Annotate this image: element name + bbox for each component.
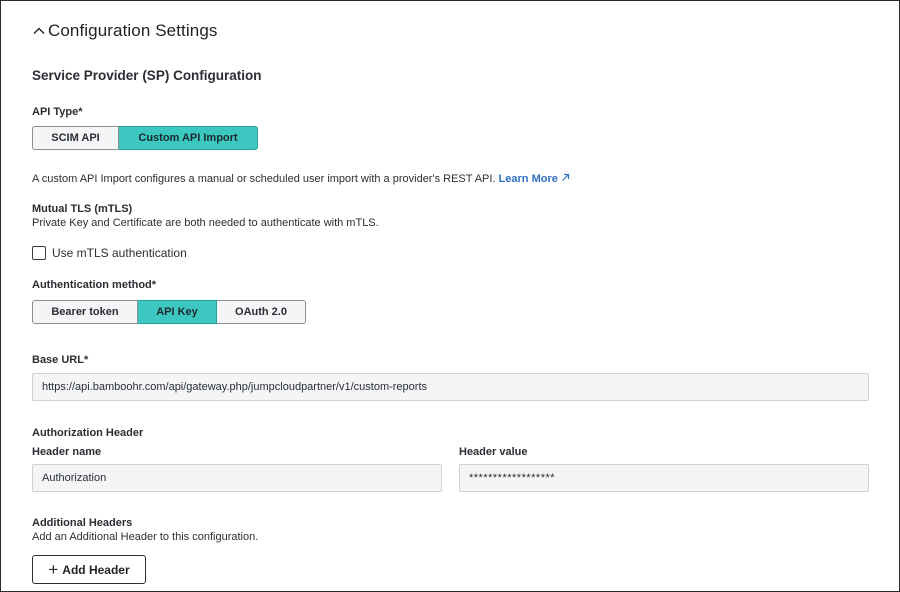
api-type-label: API Type*	[32, 106, 83, 118]
add-header-button[interactable]: + Add Header	[32, 555, 146, 584]
auth-method-label: Authentication method*	[32, 279, 157, 291]
learn-more-link[interactable]: Learn More	[499, 173, 570, 185]
mtls-description: Private Key and Certificate are both nee…	[32, 217, 379, 229]
additional-headers-description: Add an Additional Header to this configu…	[32, 531, 259, 543]
configuration-panel: Configuration Settings Service Provider …	[0, 0, 900, 592]
mtls-title: Mutual TLS (mTLS)	[32, 203, 133, 215]
api-type-description-text: A custom API Import configures a manual …	[32, 173, 496, 185]
authorization-header-title: Authorization Header	[32, 427, 144, 439]
header-value-label: Header value	[459, 446, 528, 458]
configuration-settings-toggle[interactable]: Configuration Settings	[32, 21, 217, 41]
api-type-option-custom-import[interactable]: Custom API Import	[119, 126, 258, 150]
header-value-input[interactable]: ******************	[459, 464, 869, 492]
sp-configuration-title: Service Provider (SP) Configuration	[32, 68, 262, 83]
auth-option-oauth[interactable]: OAuth 2.0	[217, 300, 306, 324]
header-name-label: Header name	[32, 446, 102, 458]
add-header-label: Add Header	[62, 562, 130, 577]
auth-method-selector: Bearer token API Key OAuth 2.0	[32, 300, 306, 324]
additional-headers-title: Additional Headers	[32, 517, 133, 529]
api-type-description: A custom API Import configures a manual …	[32, 173, 570, 185]
base-url-label: Base URL*	[32, 354, 89, 366]
api-type-option-scim[interactable]: SCIM API	[32, 126, 119, 150]
auth-option-bearer-token[interactable]: Bearer token	[32, 300, 138, 324]
mtls-checkbox-row[interactable]: Use mTLS authentication	[32, 246, 187, 260]
external-link-icon	[561, 173, 569, 181]
api-type-selector: SCIM API Custom API Import	[32, 126, 258, 150]
section-title: Configuration Settings	[48, 21, 218, 40]
auth-option-api-key[interactable]: API Key	[138, 300, 217, 324]
header-name-input[interactable]: Authorization	[32, 464, 442, 492]
plus-icon: +	[48, 560, 59, 579]
base-url-input[interactable]: https://api.bamboohr.com/api/gateway.php…	[32, 373, 869, 401]
chevron-up-icon	[33, 27, 45, 35]
mtls-checkbox-label: Use mTLS authentication	[52, 246, 187, 260]
mtls-checkbox[interactable]	[32, 246, 46, 260]
